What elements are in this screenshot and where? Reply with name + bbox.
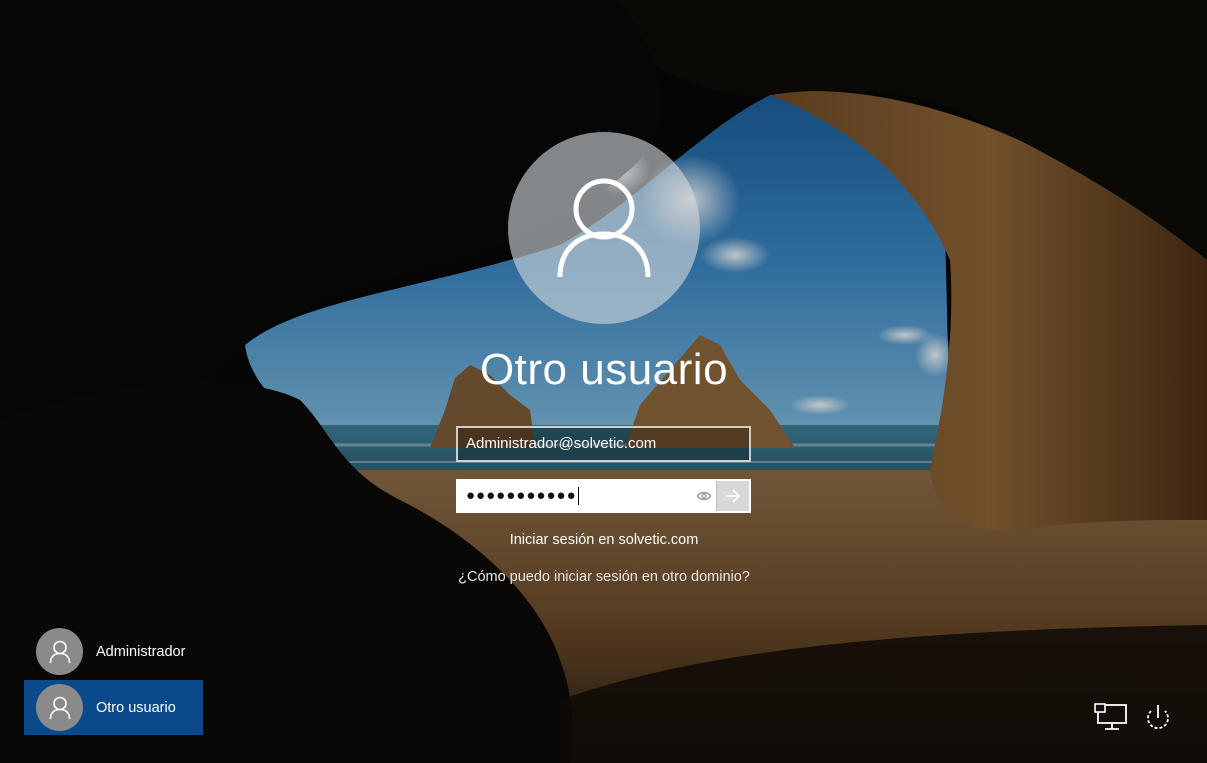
user-icon: [49, 640, 70, 663]
user-item-label: Administrador: [96, 643, 186, 660]
mini-avatar: [36, 684, 83, 731]
user-avatar: [508, 132, 700, 324]
password-mask: ●●●●●●●●●●●: [466, 487, 577, 504]
sign-in-domain-label: Iniciar sesión en solvetic.com: [509, 532, 699, 548]
submit-button[interactable]: [716, 481, 749, 511]
network-icon[interactable]: [1093, 700, 1129, 736]
password-field-container: ●●●●●●●●●●●: [456, 479, 751, 513]
other-domain-link[interactable]: ¿Cómo puedo iniciar sesión en otro domin…: [454, 568, 754, 587]
display-name: Otro usuario: [479, 345, 729, 394]
arrow-right-icon: [726, 489, 741, 503]
user-item-label: Otro usuario: [96, 699, 176, 716]
username-input[interactable]: Administrador@solvetic.com: [456, 426, 751, 462]
user-icon: [557, 178, 651, 277]
power-icon[interactable]: [1140, 700, 1176, 736]
reveal-password-icon[interactable]: [696, 488, 712, 504]
user-item-administrador[interactable]: Administrador: [24, 624, 203, 679]
user-item-otro-usuario[interactable]: Otro usuario: [24, 680, 203, 735]
user-list: Administrador Otro usuario: [24, 624, 203, 735]
text-caret: [577, 487, 579, 506]
user-icon: [49, 696, 70, 719]
mini-avatar: [36, 628, 83, 675]
password-input[interactable]: ●●●●●●●●●●●: [458, 481, 702, 511]
